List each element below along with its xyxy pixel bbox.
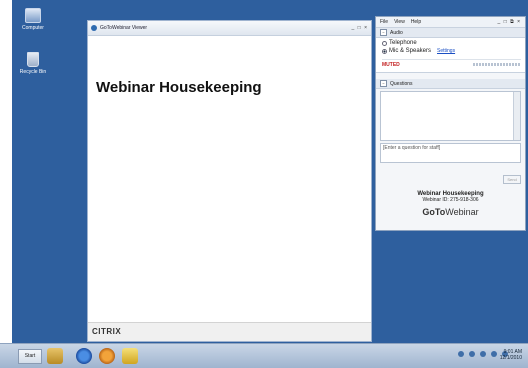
gotowebinar-logo-icon [91, 25, 97, 31]
muted-status[interactable]: MUTED [382, 62, 400, 68]
radio-icon[interactable] [382, 40, 387, 46]
menu-file[interactable]: File [380, 19, 388, 25]
slide-title: Webinar Housekeeping [96, 79, 262, 96]
audio-section-header[interactable]: − Audio [376, 28, 525, 38]
recycle-bin-icon [27, 52, 39, 67]
send-button[interactable]: Send [503, 175, 521, 184]
menu-view[interactable]: View [394, 19, 405, 25]
webinar-info: Webinar Housekeeping Webinar ID: 275-918… [376, 191, 525, 217]
viewer-footer: CITRIX [88, 322, 371, 341]
question-input[interactable]: [Enter a question for staff] [380, 143, 521, 163]
telephone-label: Telephone [389, 40, 417, 46]
control-panel: File View Help _ □ ⧉ × − Audio Telephone… [375, 16, 526, 231]
brand-suffix: Webinar [445, 207, 479, 217]
start-button[interactable]: Start [18, 349, 42, 364]
desktop-icon-label: Computer [22, 25, 44, 31]
computer-icon [25, 8, 41, 23]
desktop-icon-label: Recycle Bin [19, 69, 47, 75]
window-controls[interactable]: _ □ × [352, 25, 369, 31]
clock[interactable]: 9:01 AM 12/1/2010 [500, 349, 522, 361]
viewer-titlebar[interactable]: GoToWebinar Viewer _ □ × [88, 21, 371, 36]
tray-icon[interactable] [480, 351, 486, 357]
questions-section-header[interactable]: − Questions [376, 79, 525, 89]
webinar-viewer-window: GoToWebinar Viewer _ □ × Webinar Houseke… [87, 20, 372, 342]
collapse-icon[interactable]: − [380, 80, 387, 87]
collapse-icon[interactable]: − [380, 29, 387, 36]
gotowebinar-taskbar-icon[interactable] [122, 348, 138, 364]
clock-date: 12/1/2010 [499, 355, 522, 361]
viewer-title: GoToWebinar Viewer [100, 25, 148, 31]
brand-prefix: GoTo [422, 207, 446, 217]
questions-log [380, 91, 521, 141]
menu-help[interactable]: Help [411, 19, 421, 25]
desktop-icon-recycle-bin[interactable]: Recycle Bin [16, 52, 50, 75]
tray-icon[interactable] [469, 351, 475, 357]
explorer-icon[interactable] [47, 348, 63, 364]
mute-row: MUTED [382, 59, 521, 69]
citrix-logo: CITRIX [92, 327, 122, 336]
taskbar: Start 9:01 AM 12/1/2010 [0, 343, 528, 368]
webinar-id: Webinar ID: 275-918-306 [422, 197, 479, 203]
mic-speakers-label: Mic & Speakers [389, 48, 432, 54]
browser-icon[interactable] [76, 348, 92, 364]
gotowebinar-brand: GoToWebinar [376, 207, 525, 217]
audio-section-label: Audio [390, 29, 403, 36]
volume-meter [473, 63, 521, 66]
radio-selected-icon[interactable] [382, 48, 387, 54]
mic-speakers-option[interactable]: Mic & Speakers Settings [382, 48, 455, 54]
desktop-icon-computer[interactable]: Computer [16, 8, 50, 31]
audio-section: Telephone Mic & Speakers Settings MUTED [376, 38, 525, 73]
questions-section-label: Questions [390, 80, 413, 87]
tray-icon[interactable] [491, 351, 497, 357]
telephone-option[interactable]: Telephone [382, 40, 417, 46]
panel-window-controls[interactable]: _ □ ⧉ × [498, 19, 521, 25]
panel-menubar: File View Help _ □ ⧉ × [376, 17, 525, 28]
audio-settings-link[interactable]: Settings [437, 48, 455, 54]
media-player-icon[interactable] [99, 348, 115, 364]
tray-icon[interactable] [458, 351, 464, 357]
questions-scrollbar[interactable] [513, 92, 520, 140]
